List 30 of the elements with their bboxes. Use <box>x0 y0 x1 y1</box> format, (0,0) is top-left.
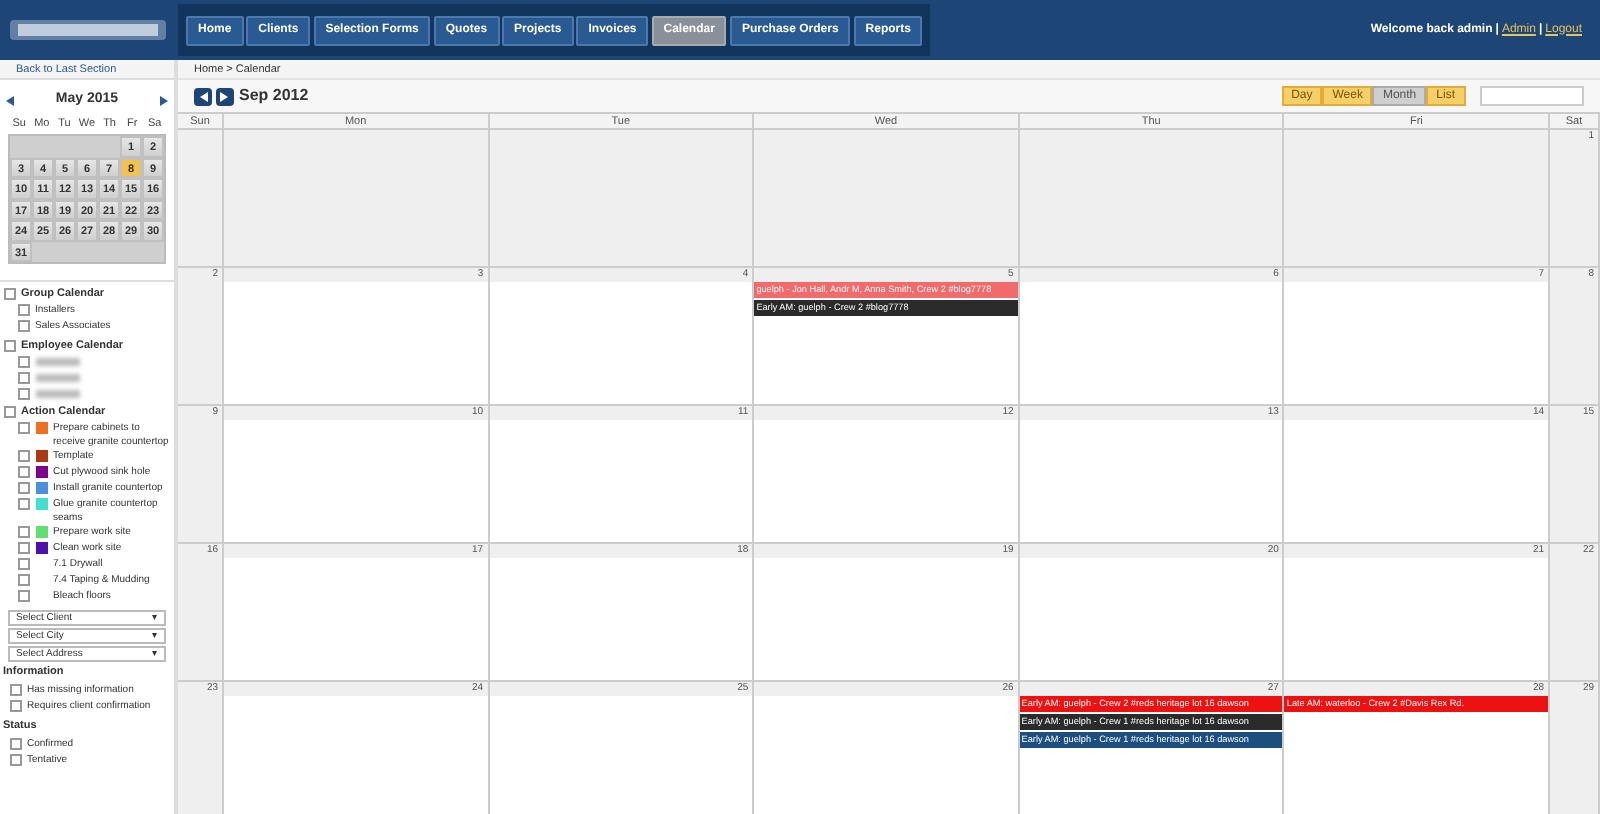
next-icon <box>220 91 228 101</box>
checkbox[interactable] <box>17 466 29 478</box>
checkbox[interactable] <box>9 754 21 766</box>
calendar-title: Sep 2012 <box>239 84 309 108</box>
checkbox[interactable] <box>17 482 29 494</box>
checkbox[interactable] <box>9 699 21 712</box>
checkbox[interactable] <box>17 558 29 570</box>
checkbox[interactable] <box>17 526 29 538</box>
previous-icon[interactable] <box>6 95 14 105</box>
previous-button[interactable] <box>194 87 212 105</box>
checkbox[interactable] <box>17 355 29 367</box>
next-icon[interactable] <box>159 95 168 105</box>
checkbox[interactable] <box>17 450 29 462</box>
checkbox[interactable] <box>17 422 29 434</box>
checkbox[interactable] <box>17 320 29 332</box>
checkbox[interactable] <box>17 304 29 316</box>
checkbox[interactable] <box>3 339 15 351</box>
checkbox[interactable] <box>9 683 21 696</box>
checkbox[interactable] <box>17 371 29 383</box>
checkbox[interactable] <box>3 288 15 300</box>
checkbox[interactable] <box>9 738 21 750</box>
checkbox[interactable] <box>17 387 29 399</box>
search-field[interactable] <box>1480 86 1584 106</box>
checkbox[interactable] <box>17 574 29 586</box>
checkbox[interactable] <box>17 590 29 602</box>
next-button[interactable] <box>215 87 233 105</box>
previous-icon <box>199 91 207 101</box>
checkbox[interactable] <box>17 498 29 510</box>
checkbox[interactable] <box>3 406 15 418</box>
checkbox[interactable] <box>17 542 29 554</box>
